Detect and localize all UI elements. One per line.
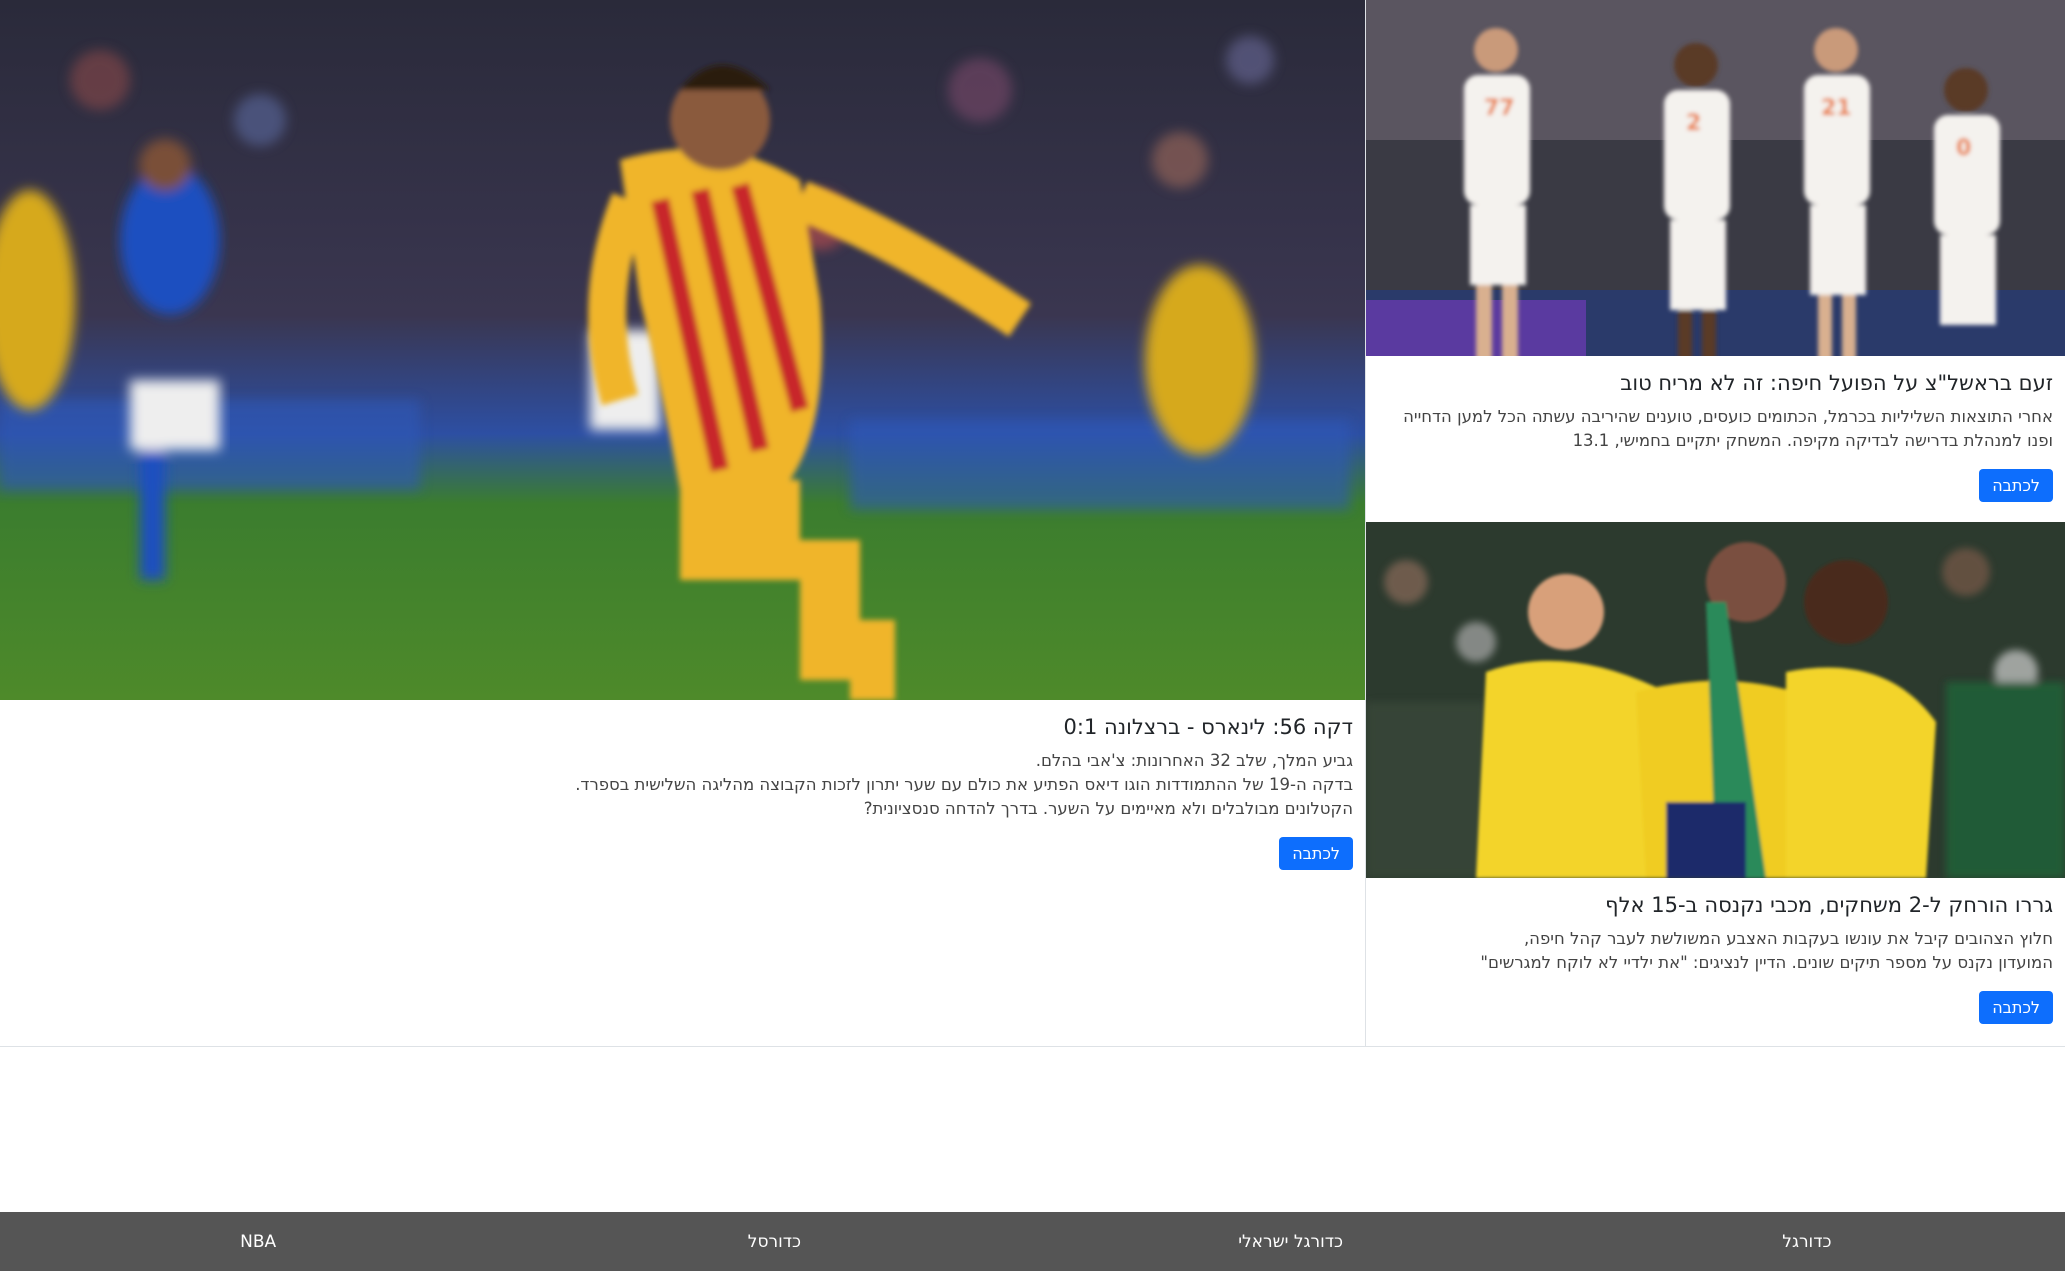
article-card-top: 77 2 21 0 זעם בראשל"צ על הפועל חיפה: זה …	[1366, 0, 2065, 521]
svg-text:0: 0	[1956, 136, 1971, 161]
read-article-button-bottom[interactable]: לכתבה	[1979, 991, 2053, 1025]
read-article-button-main[interactable]: לכתבה	[1279, 837, 1353, 871]
article-summary-line: המועדון נקנס על מספר תיקים שונים. הדיין …	[1480, 953, 2053, 973]
article-summary-line: הקטלונים מבולבלים ולא מאיימים על השער. ב…	[863, 799, 1353, 819]
article-summary-line: גביע המלך, שלב 32 האחרונות: צ'אבי בהלם.	[1035, 751, 1353, 771]
svg-text:2: 2	[1686, 111, 1701, 136]
svg-text:21: 21	[1821, 96, 1852, 121]
article-summary-top: אחרי התוצאות השליליות בכרמל, הכתומים כוע…	[1378, 405, 2053, 453]
articles-grid: דקה 56: לינארס - ברצלונה 0:1 גביע המלך, …	[0, 0, 2065, 1047]
footer-nav-israeli-football[interactable]: כדורגל ישראלי	[1033, 1212, 1549, 1271]
article-summary-main: גביע המלך, שלב 32 האחרונות: צ'אבי בהלם. …	[12, 749, 1353, 821]
article-body-main: דקה 56: לינארס - ברצלונה 0:1 גביע המלך, …	[0, 700, 1365, 871]
article-body-top: זעם בראשל"צ על הפועל חיפה: זה לא מריח טו…	[1366, 356, 2065, 503]
article-title-top[interactable]: זעם בראשל"צ על הפועל חיפה: זה לא מריח טו…	[1378, 370, 2053, 397]
article-image-bottom[interactable]	[1366, 522, 2065, 878]
article-title-bottom[interactable]: גררו הורחק ל-2 משחקים, מכבי נקנסה ב-15 א…	[1378, 892, 2053, 919]
footer-nav-nba[interactable]: NBA	[0, 1212, 516, 1271]
read-article-button-top[interactable]: לכתבה	[1979, 469, 2053, 503]
article-card-main: דקה 56: לינארס - ברצלונה 0:1 גביע המלך, …	[0, 0, 1366, 1046]
article-summary-line: חלוץ הצהובים קיבל את עונשו בעקבות האצבע …	[1523, 929, 2053, 949]
svg-text:77: 77	[1484, 96, 1515, 121]
footer-nav: כדורגל כדורגל ישראלי כדורסל NBA	[0, 1212, 2065, 1271]
article-summary-line: אחרי התוצאות השליליות בכרמל, הכתומים כוע…	[1403, 407, 2053, 451]
article-image-top[interactable]: 77 2 21 0	[1366, 0, 2065, 356]
footer-nav-basketball[interactable]: כדורסל	[516, 1212, 1032, 1271]
article-title-main[interactable]: דקה 56: לינארס - ברצלונה 0:1	[12, 714, 1353, 741]
article-image-main[interactable]	[0, 0, 1365, 700]
article-summary-bottom: חלוץ הצהובים קיבל את עונשו בעקבות האצבע …	[1378, 927, 2053, 975]
footer-nav-football[interactable]: כדורגל	[1549, 1212, 2065, 1271]
article-card-bottom: גררו הורחק ל-2 משחקים, מכבי נקנסה ב-15 א…	[1366, 522, 2065, 1046]
article-summary-line: בדקה ה-19 של ההתמודדות הוגו דיאס הפתיע א…	[575, 775, 1353, 795]
article-body-bottom: גררו הורחק ל-2 משחקים, מכבי נקנסה ב-15 א…	[1366, 878, 2065, 1025]
